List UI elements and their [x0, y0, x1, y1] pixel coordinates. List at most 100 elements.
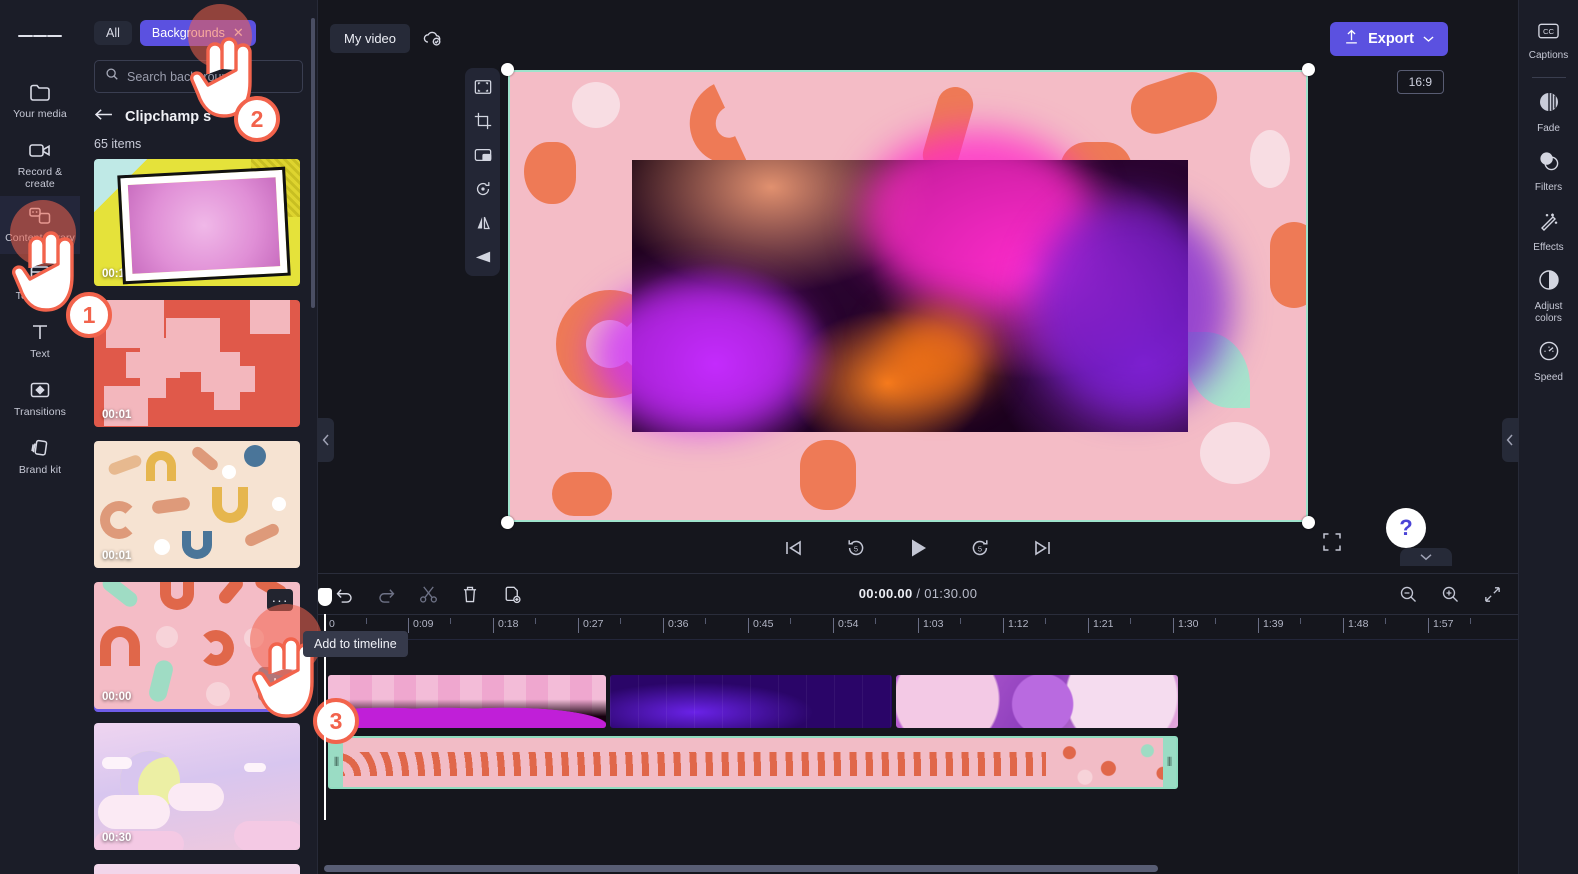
timeline-clip-video-2[interactable] — [610, 675, 892, 728]
picture-in-picture-icon[interactable] — [471, 143, 495, 167]
zoom-in-icon[interactable] — [1438, 582, 1462, 606]
timeline: 00:00.00 / 01:30.00 0 0:09 0:18 0:27 0:3… — [318, 573, 1518, 874]
right-item-fade[interactable]: Fade — [1519, 83, 1578, 143]
ruler-mark: 0:36 — [663, 618, 688, 633]
collapse-right-panel-button[interactable] — [1502, 418, 1518, 462]
crop-icon[interactable] — [471, 109, 495, 133]
library-thumb-0[interactable]: 00:10 — [94, 159, 300, 286]
flip-horizontal-icon[interactable] — [471, 211, 495, 235]
duplicate-icon[interactable] — [500, 582, 524, 606]
step-badge-2: 2 — [234, 96, 280, 142]
sidebar-item-your-media[interactable]: Your media — [0, 72, 80, 130]
rail-divider — [1531, 76, 1566, 78]
collapse-preview-button[interactable] — [1400, 548, 1452, 566]
ruler-mark: 0:27 — [578, 618, 603, 633]
timeline-clip-video-3[interactable] — [896, 675, 1178, 728]
resize-handle-top-left[interactable] — [501, 63, 514, 76]
overlay-video-layer[interactable] — [592, 130, 1232, 432]
svg-text:5: 5 — [854, 544, 858, 553]
back-arrow-icon[interactable] — [94, 107, 113, 127]
upload-icon — [1344, 29, 1359, 49]
content-library-panel: All Backgrounds ✕ Clipchamp s 65 — [80, 0, 318, 874]
fullscreen-icon[interactable] — [1322, 532, 1342, 557]
timeline-clip-background[interactable]: ⦀ ⦀ — [328, 736, 1178, 789]
rotate-icon[interactable] — [471, 177, 495, 201]
preview-stage: My video Export 16:9 5 5 ? — [318, 0, 1518, 570]
ruler-mark: 0:45 — [748, 618, 773, 633]
ruler-mark: 0:54 — [833, 618, 858, 633]
cloud-saved-icon[interactable] — [421, 28, 443, 53]
undo-icon[interactable] — [332, 582, 356, 606]
skip-to-end-icon[interactable] — [1028, 534, 1056, 562]
collapse-left-panel-button[interactable] — [318, 418, 334, 462]
right-item-effects[interactable]: Effects — [1519, 202, 1578, 262]
library-thumb-1[interactable]: 00:01 — [94, 300, 300, 427]
step-badge-3: 3 — [313, 698, 359, 744]
ruler-mark: 1:30 — [1173, 618, 1198, 633]
fit-to-screen-icon[interactable] — [471, 75, 495, 99]
sidebar-item-label: Your media — [13, 108, 67, 120]
right-item-label: Captions — [1528, 50, 1569, 61]
skew-icon[interactable] — [471, 245, 495, 269]
help-label: ? — [1399, 515, 1413, 540]
clip-trim-handle-left[interactable]: ⦀ — [330, 738, 343, 787]
play-icon[interactable] — [904, 534, 932, 562]
library-thumb-2[interactable]: 00:01 — [94, 441, 300, 568]
fade-icon — [1538, 91, 1560, 118]
thumbnail-grid: 00:10 00:01 00:01 00:00 ··· 00:30 — [80, 159, 317, 874]
zoom-out-icon[interactable] — [1396, 582, 1420, 606]
video-canvas-wrapper[interactable] — [501, 63, 1315, 529]
panel-scrollbar[interactable] — [311, 18, 315, 308]
playhead-handle[interactable] — [318, 588, 332, 606]
right-rail: CC Captions Fade Filters Effects Adjust … — [1518, 0, 1578, 874]
delete-icon[interactable] — [458, 582, 482, 606]
video-canvas[interactable] — [508, 70, 1308, 522]
sidebar-item-brand-kit[interactable]: Brand kit — [0, 428, 80, 486]
right-item-adjust-colors[interactable]: Adjust colors — [1519, 261, 1578, 332]
timeline-time-display: 00:00.00 / 01:30.00 — [318, 586, 1518, 601]
timeline-zoom-controls — [1396, 582, 1504, 606]
clip-tail-pattern — [1046, 738, 1176, 787]
export-button[interactable]: Export — [1330, 22, 1448, 56]
fit-timeline-icon[interactable] — [1480, 582, 1504, 606]
timeline-horizontal-scrollbar[interactable] — [324, 865, 1158, 872]
sidebar-item-transitions[interactable]: Transitions — [0, 370, 80, 428]
right-item-captions[interactable]: CC Captions — [1519, 14, 1578, 70]
right-item-speed[interactable]: Speed — [1519, 332, 1578, 392]
hamburger-icon[interactable] — [18, 14, 63, 58]
redo-icon[interactable] — [374, 582, 398, 606]
thumb-duration: 00:00 — [102, 691, 132, 703]
ruler-mark: 1:48 — [1343, 618, 1368, 633]
speed-icon — [1538, 340, 1560, 367]
add-to-timeline-tooltip: Add to timeline — [303, 631, 408, 657]
forward-5s-icon[interactable]: 5 — [966, 534, 994, 562]
current-time: 00:00.00 — [858, 586, 913, 601]
brand-kit-icon — [27, 436, 53, 460]
right-item-filters[interactable]: Filters — [1519, 142, 1578, 202]
skip-to-start-icon[interactable] — [780, 534, 808, 562]
ruler-mark: 0:18 — [493, 618, 518, 633]
export-label: Export — [1368, 31, 1414, 47]
right-item-label: Effects — [1533, 241, 1564, 253]
help-button[interactable]: ? — [1386, 508, 1426, 548]
filters-icon — [1538, 150, 1560, 177]
library-thumb-5[interactable] — [94, 864, 300, 874]
library-thumb-4[interactable]: 00:30 — [94, 723, 300, 850]
timeline-clip-video-1[interactable] — [328, 675, 606, 728]
sidebar-item-record-create[interactable]: Record & create — [0, 130, 80, 196]
timeline-ruler[interactable]: 0 0:09 0:18 0:27 0:36 0:45 0:54 1:03 1:1… — [318, 614, 1518, 640]
resize-handle-top-right[interactable] — [1302, 63, 1315, 76]
split-icon[interactable] — [416, 582, 440, 606]
svg-text:5: 5 — [978, 544, 982, 553]
ruler-mark: 0:09 — [408, 618, 433, 633]
clip-trim-handle-right[interactable]: ⦀ — [1163, 738, 1176, 787]
thumb-duration: 00:01 — [102, 409, 132, 421]
step-badge-1: 1 — [66, 292, 112, 338]
rewind-5s-icon[interactable]: 5 — [842, 534, 870, 562]
aspect-ratio-badge[interactable]: 16:9 — [1396, 70, 1444, 94]
ruler-mark: 1:57 — [1428, 618, 1453, 633]
chip-all[interactable]: All — [94, 21, 132, 45]
project-name-button[interactable]: My video — [330, 24, 411, 53]
ruler-mark: 1:39 — [1258, 618, 1283, 633]
sidebar-item-label: Record & create — [17, 166, 63, 190]
